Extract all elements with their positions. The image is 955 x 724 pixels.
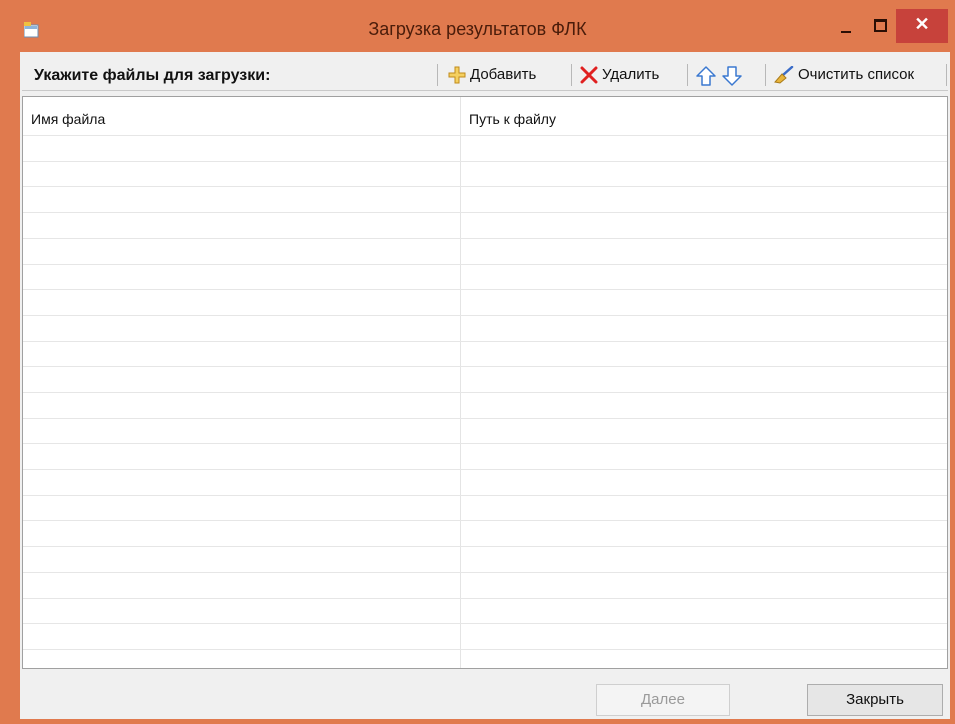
arrow-down-icon (722, 66, 742, 91)
grid-row-separator (23, 341, 947, 342)
toolbar-separator (687, 64, 688, 86)
grid-row-separator (23, 572, 947, 573)
grid-header: Имя файла Путь к файлу (23, 97, 947, 135)
minimize-button[interactable] (828, 9, 864, 43)
grid-row-separator (23, 546, 947, 547)
add-label: Добавить (470, 66, 537, 83)
broom-icon (774, 65, 794, 89)
grid-row-separator (23, 418, 947, 419)
grid-row-separator (23, 289, 947, 290)
toolbar-label: Укажите файлы для загрузки: (34, 67, 271, 84)
next-button[interactable]: Далее (596, 684, 730, 716)
minimize-icon (841, 31, 851, 33)
arrow-up-icon (696, 66, 716, 91)
grid-row-separator (23, 443, 947, 444)
move-up-button[interactable] (694, 63, 716, 87)
clear-list-label: Очистить список (798, 66, 915, 83)
close-window-button[interactable]: ✕ (896, 9, 948, 43)
maximize-icon (874, 19, 887, 32)
close-button[interactable]: Закрыть (807, 684, 943, 716)
close-icon: ✕ (914, 14, 930, 34)
grid-row-separator (23, 495, 947, 496)
grid-row-separator (23, 238, 947, 239)
grid-row-separator (23, 161, 947, 162)
dialog-client: Укажите файлы для загрузки: Добавить Уда… (20, 52, 950, 719)
grid-row-separator (23, 392, 947, 393)
column-header-file-path[interactable]: Путь к файлу (469, 111, 556, 127)
delete-button[interactable]: Удалить (576, 63, 686, 87)
grid-row-separator (23, 649, 947, 650)
files-grid[interactable]: Имя файла Путь к файлу (22, 96, 948, 669)
column-divider (947, 97, 948, 669)
plus-icon (448, 66, 466, 89)
maximize-button[interactable] (862, 9, 896, 43)
footer: Далее Закрыть (22, 672, 948, 719)
grid-row-separator (23, 315, 947, 316)
column-header-file-name[interactable]: Имя файла (31, 111, 105, 127)
grid-row-separator (23, 520, 947, 521)
grid-row-separator (23, 212, 947, 213)
dialog-window: Загрузка результатов ФЛК ✕ Укажите файлы… (0, 0, 955, 724)
toolbar-separator (437, 64, 438, 86)
move-down-button[interactable] (720, 63, 742, 87)
toolbar: Укажите файлы для загрузки: Добавить Уда… (22, 60, 948, 91)
delete-label: Удалить (602, 66, 660, 83)
grid-row-separator (23, 366, 947, 367)
grid-row-separator (23, 186, 947, 187)
toolbar-separator (765, 64, 766, 86)
clear-list-button[interactable]: Очистить список (770, 63, 942, 87)
grid-row-separator (23, 623, 947, 624)
grid-row-separator (23, 264, 947, 265)
toolbar-separator (571, 64, 572, 86)
toolbar-separator (946, 64, 947, 86)
red-x-icon (580, 66, 598, 89)
window-title: Загрузка результатов ФЛК (368, 19, 587, 39)
grid-row-separator (23, 135, 947, 136)
add-button[interactable]: Добавить (442, 63, 570, 87)
title-bar[interactable]: Загрузка результатов ФЛК ✕ (0, 0, 955, 52)
grid-row-separator (23, 469, 947, 470)
column-divider[interactable] (460, 97, 461, 668)
grid-row-separator (23, 598, 947, 599)
